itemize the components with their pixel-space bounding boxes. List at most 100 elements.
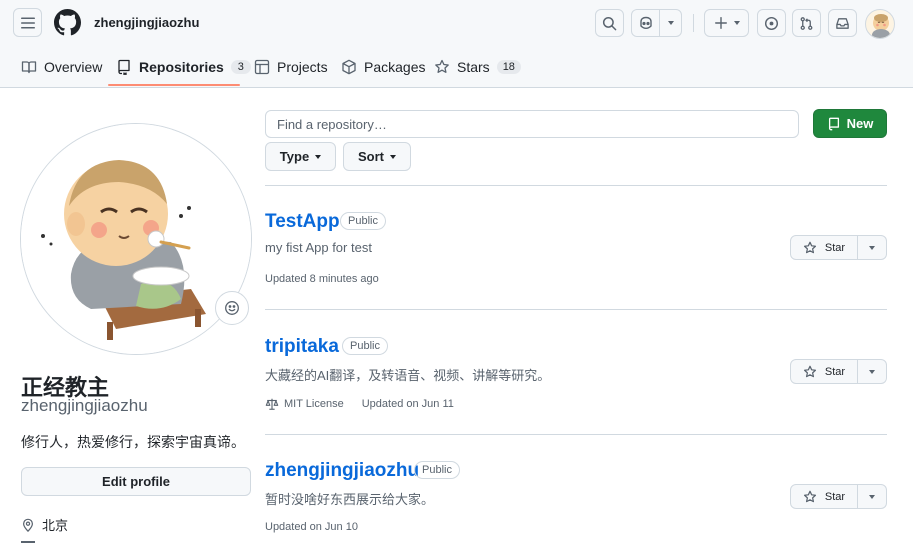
- issues-button[interactable]: [757, 9, 786, 37]
- star-button[interactable]: Star: [790, 484, 858, 509]
- star-button-group: Star: [790, 359, 887, 384]
- stars-count-badge: 18: [496, 60, 521, 74]
- repo-updated: Updated on Jun 10: [265, 521, 358, 533]
- star-list-dropdown[interactable]: [858, 484, 887, 509]
- tab-label: Packages: [364, 59, 426, 75]
- top-bar: zhengjingjiaozhu: [0, 0, 913, 46]
- issues-icon: [764, 16, 779, 30]
- edit-profile-button[interactable]: Edit profile: [21, 467, 251, 496]
- location-icon: [23, 518, 33, 532]
- book-icon: [21, 61, 37, 74]
- location-label: 北京: [42, 518, 69, 533]
- copilot-icon: [639, 16, 652, 30]
- repo-count-badge: 3: [230, 60, 251, 74]
- repo-name-link[interactable]: TestApp: [265, 211, 340, 233]
- copilot-dropdown[interactable]: [659, 9, 682, 37]
- chevron-down-icon: [315, 154, 322, 159]
- toolbar-divider: [693, 14, 694, 32]
- plus-icon: [714, 17, 727, 29]
- inbox-icon: [836, 17, 849, 29]
- new-repository-button[interactable]: New: [813, 109, 887, 138]
- chevron-down-icon: [733, 21, 740, 25]
- chevron-down-icon: [869, 369, 875, 374]
- avatar: [872, 14, 890, 38]
- star-icon: [803, 241, 816, 253]
- profile-location: 北京: [21, 515, 68, 534]
- star-icon: [803, 490, 816, 502]
- star-list-dropdown[interactable]: [858, 235, 887, 260]
- set-status-button[interactable]: [215, 291, 249, 325]
- list-divider: [265, 434, 887, 435]
- copilot-button[interactable]: [631, 9, 660, 37]
- star-icon: [435, 59, 449, 73]
- repo-description: 暂时没啥好东西展示给大家。: [265, 492, 435, 507]
- repo-icon: [828, 117, 839, 130]
- repo-license: MIT License: [284, 398, 344, 410]
- repo-meta: Updated on Jun 10: [265, 521, 358, 533]
- type-filter-button[interactable]: Type: [265, 142, 336, 171]
- tab-overview[interactable]: Overview: [21, 46, 102, 88]
- pull-requests-icon: [800, 16, 813, 30]
- tab-label: Overview: [44, 59, 103, 75]
- star-icon: [803, 365, 816, 377]
- star-label: Star: [824, 490, 846, 503]
- chevron-down-icon: [869, 245, 875, 250]
- repo-meta: Updated 8 minutes ago: [265, 273, 379, 285]
- header-username[interactable]: zhengjingjiaozhu: [94, 15, 199, 30]
- table-icon: [254, 59, 270, 75]
- repo-icon: [118, 59, 130, 75]
- tab-label: Repositories: [139, 59, 224, 75]
- profile-avatar[interactable]: [20, 123, 252, 355]
- visibility-badge: Public: [340, 212, 386, 230]
- star-label: Star: [824, 365, 846, 378]
- inbox-button[interactable]: [828, 9, 857, 37]
- star-button[interactable]: Star: [790, 235, 858, 260]
- active-tab-indicator: [108, 84, 240, 86]
- new-button-label: New: [846, 116, 874, 131]
- repo-description: my fist App for test: [265, 240, 372, 255]
- star-label: Star: [824, 241, 846, 254]
- package-icon: [342, 59, 356, 75]
- chevron-down-icon: [390, 154, 396, 159]
- repo-name-link[interactable]: tripitaka: [265, 336, 339, 358]
- tab-projects[interactable]: Projects: [254, 46, 328, 88]
- smiley-icon: [225, 301, 239, 315]
- list-divider: [265, 309, 887, 310]
- github-logo[interactable]: [54, 9, 81, 36]
- star-list-dropdown[interactable]: [858, 359, 887, 384]
- sort-filter-button[interactable]: Sort: [343, 142, 411, 171]
- repo-description: 大藏经的AI翻译，及转语音、视频、讲解等研究。: [265, 368, 551, 383]
- star-button-group: Star: [790, 235, 887, 260]
- chevron-down-icon: [869, 494, 875, 499]
- menu-button[interactable]: [13, 8, 42, 37]
- repo-updated: Updated 8 minutes ago: [265, 273, 379, 285]
- profile-tabs: Overview Repositories 3 Projects Package…: [0, 46, 913, 88]
- visibility-badge: Public: [342, 337, 388, 355]
- profile-login: zhengjingjiaozhu: [21, 396, 148, 415]
- visibility-badge: Public: [414, 461, 460, 479]
- tab-packages[interactable]: Packages: [341, 46, 425, 88]
- create-new-button[interactable]: [704, 9, 749, 37]
- avatar: [21, 124, 251, 354]
- sort-filter-label: Sort: [358, 149, 384, 164]
- search-button[interactable]: [595, 9, 624, 37]
- user-avatar-button[interactable]: [865, 9, 895, 39]
- chevron-down-icon: [667, 21, 674, 25]
- app-header: zhengjingjiaozhu Overview Repositories 3…: [0, 0, 913, 88]
- repo-updated: Updated on Jun 11: [361, 398, 454, 410]
- find-repository-input[interactable]: [265, 110, 799, 138]
- tab-label: Projects: [277, 59, 328, 75]
- profile-bio: 修行人，热爱修行，探索宇宙真谛。: [21, 434, 245, 450]
- type-filter-label: Type: [279, 149, 310, 164]
- repo-name-link[interactable]: zhengjingjiaozhu: [265, 460, 419, 482]
- menu-icon: [20, 17, 35, 28]
- list-divider: [265, 185, 887, 186]
- tab-label: Stars: [457, 59, 490, 75]
- star-button[interactable]: Star: [790, 359, 858, 384]
- law-icon: [265, 398, 279, 410]
- search-icon: [602, 16, 617, 30]
- truncated-item-divider: [21, 541, 35, 545]
- tab-repositories[interactable]: Repositories 3: [116, 46, 251, 88]
- pull-requests-button[interactable]: [792, 9, 821, 37]
- tab-stars[interactable]: Stars 18: [434, 46, 521, 88]
